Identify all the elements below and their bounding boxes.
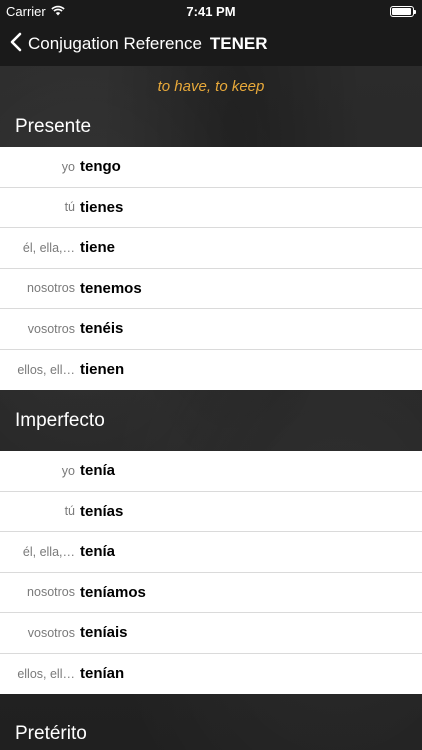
verb-form: tenemos bbox=[80, 279, 142, 297]
verb-form: tenían bbox=[80, 665, 125, 683]
back-button[interactable]: Conjugation Reference TENER bbox=[10, 22, 268, 66]
pronoun-label: ellos, ell… bbox=[17, 666, 75, 681]
status-bar: Carrier 7:41 PM bbox=[0, 0, 422, 22]
conjugation-row[interactable]: tú tienes bbox=[0, 188, 422, 228]
conjugation-row[interactable]: nosotros teníamos bbox=[0, 573, 422, 613]
app: Carrier 7:41 PM Conjugation Reference TE… bbox=[0, 0, 422, 750]
conjugation-row[interactable]: yo tenía bbox=[0, 451, 422, 492]
pronoun-label: vosotros bbox=[27, 625, 75, 640]
verb-form: tenía bbox=[80, 543, 116, 561]
verb-form: tenía bbox=[80, 462, 116, 480]
page-title: TENER bbox=[209, 34, 268, 53]
conjugation-row[interactable]: tú tenías bbox=[0, 492, 422, 532]
verb-form: teníamos bbox=[80, 583, 146, 601]
chevron-left-icon bbox=[10, 32, 22, 57]
conjugation-content[interactable]: to have, to keep Presente yo tengo tú ti… bbox=[0, 66, 422, 750]
conjugation-row[interactable]: nosotros tenemos bbox=[0, 269, 422, 309]
verb-form: teníais bbox=[80, 624, 128, 642]
pronoun-label: él, ella,… bbox=[22, 544, 75, 559]
conjugation-row[interactable]: ellos, ell… tienen bbox=[0, 350, 422, 391]
navigation-bar: Conjugation Reference TENER bbox=[0, 22, 422, 66]
verb-translation: to have, to keep bbox=[157, 77, 265, 95]
verb-form: tienes bbox=[80, 198, 124, 216]
back-button-label: Conjugation Reference bbox=[28, 34, 202, 53]
translation-bar: to have, to keep bbox=[0, 66, 422, 106]
pronoun-label: yo bbox=[61, 159, 75, 174]
conjugation-list-imperfecto: yo tenía tú tenías él, ella,… tenía noso… bbox=[0, 451, 422, 694]
conjugation-row[interactable]: él, ella,… tiene bbox=[0, 228, 422, 269]
battery-level-fill bbox=[392, 8, 411, 15]
pronoun-label: él, ella,… bbox=[22, 240, 75, 255]
conjugation-row[interactable]: vosotros tenéis bbox=[0, 309, 422, 350]
section-header-imperfecto: Imperfecto bbox=[0, 390, 422, 451]
verb-form: tiene bbox=[80, 239, 116, 257]
section-title: Presente bbox=[15, 115, 92, 137]
pronoun-label: ellos, ell… bbox=[17, 362, 75, 377]
pronoun-label: vosotros bbox=[27, 321, 75, 336]
section-header-preterito: Pretérito bbox=[0, 694, 422, 750]
pronoun-label: tú bbox=[64, 504, 75, 519]
section-title: Pretérito bbox=[15, 723, 87, 744]
conjugation-list-presente: yo tengo tú tienes él, ella,… tiene noso… bbox=[0, 147, 422, 390]
pronoun-label: nosotros bbox=[27, 585, 75, 600]
verb-form: tenéis bbox=[80, 320, 124, 338]
section-header-presente: Presente bbox=[0, 106, 422, 147]
pronoun-label: tú bbox=[64, 200, 75, 215]
pronoun-label: nosotros bbox=[27, 281, 75, 296]
verb-form: tengo bbox=[80, 158, 121, 176]
conjugation-row[interactable]: él, ella,… tenía bbox=[0, 532, 422, 573]
section-title: Imperfecto bbox=[15, 409, 105, 431]
verb-form: tienen bbox=[80, 361, 125, 379]
conjugation-row[interactable]: yo tengo bbox=[0, 147, 422, 188]
status-time: 7:41 PM bbox=[186, 4, 236, 19]
pronoun-label: yo bbox=[61, 463, 75, 478]
conjugation-row[interactable]: vosotros teníais bbox=[0, 613, 422, 654]
battery-icon bbox=[390, 6, 416, 17]
conjugation-row[interactable]: ellos, ell… tenían bbox=[0, 654, 422, 695]
verb-form: tenías bbox=[80, 502, 124, 520]
